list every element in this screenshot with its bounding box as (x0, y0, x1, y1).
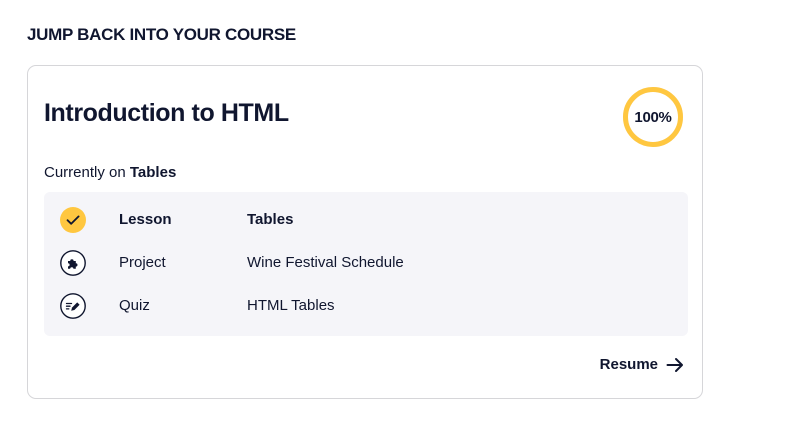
page: JUMP BACK INTO YOUR COURSE Introduction … (0, 0, 792, 430)
currently-item: Tables (129, 164, 177, 181)
currently-on-text: Currently on Tables (44, 163, 176, 183)
course-title[interactable]: Introduction to HTML (44, 98, 289, 128)
item-name: HTML Tables (247, 297, 335, 314)
arrow-right-icon (666, 357, 683, 372)
course-items-list: Lesson Tables Project Wine Festival Sche… (44, 192, 688, 336)
section-heading: JUMP BACK INTO YOUR COURSE (27, 25, 296, 44)
item-name: Wine Festival Schedule (247, 254, 404, 271)
item-type: Quiz (119, 297, 150, 314)
currently-prefix: Currently on (44, 164, 126, 181)
list-item[interactable]: Project Wine Festival Schedule (44, 249, 688, 277)
puzzle-icon (60, 250, 86, 276)
resume-button[interactable]: Resume (600, 356, 684, 373)
quiz-pencil-icon (60, 293, 86, 319)
progress-ring: 100% (622, 86, 684, 148)
list-item[interactable]: Lesson Tables (44, 206, 688, 234)
item-name: Tables (247, 211, 294, 228)
list-item[interactable]: Quiz HTML Tables (44, 292, 688, 320)
checkmark-icon (60, 207, 86, 233)
progress-percent: 100% (634, 108, 672, 126)
course-card: Introduction to HTML 100% Currently on T… (27, 65, 703, 399)
item-type: Project (119, 254, 166, 271)
item-type: Lesson (119, 211, 172, 228)
resume-label: Resume (599, 356, 658, 373)
